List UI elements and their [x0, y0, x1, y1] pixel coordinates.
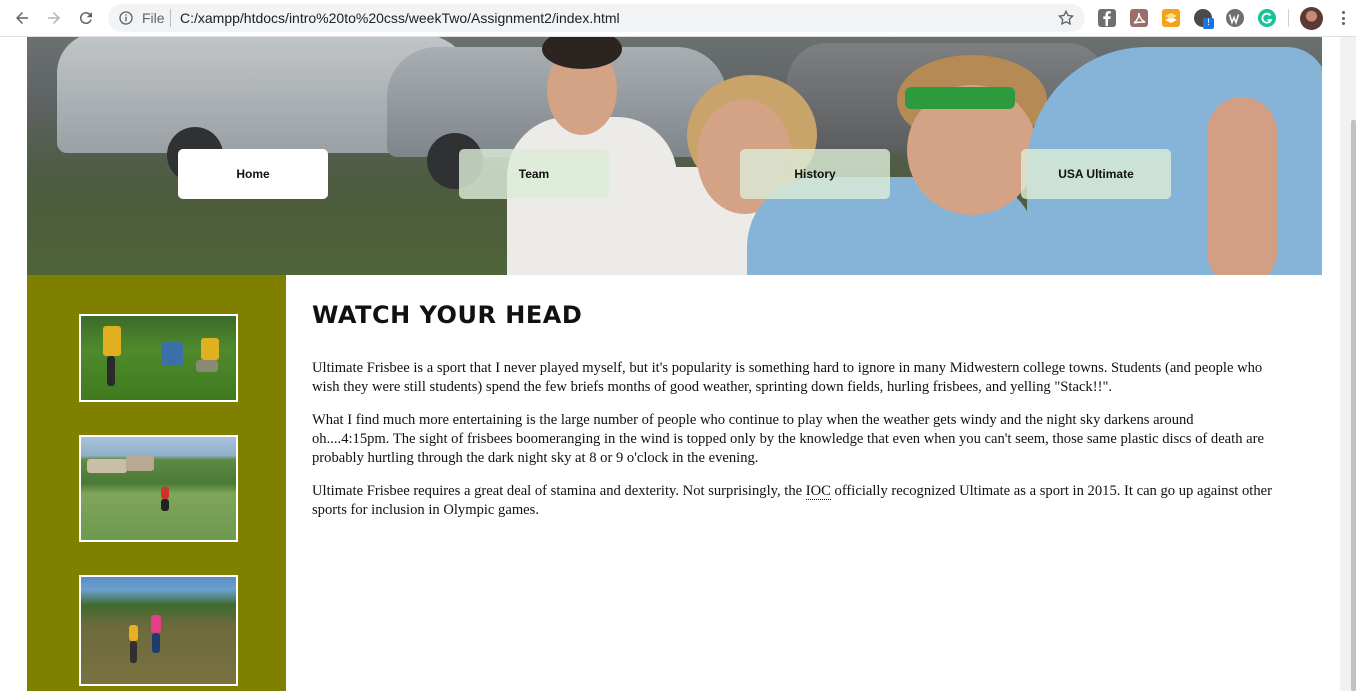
paragraph-1: Ultimate Frisbee is a sport that I never… — [312, 360, 1263, 395]
layers-icon[interactable] — [1162, 9, 1180, 27]
nav-home[interactable]: Home — [178, 149, 328, 199]
profile-avatar[interactable] — [1300, 7, 1323, 30]
player-shape — [107, 356, 115, 386]
sidebar-photo-2 — [79, 435, 238, 542]
nav-team[interactable]: Team — [459, 149, 609, 199]
omnibox-divider — [170, 9, 171, 27]
file-label: File — [142, 10, 165, 26]
extensions-divider — [1288, 9, 1289, 27]
paragraph-2: What I find much more entertaining is th… — [312, 412, 1264, 466]
player-arm — [1207, 97, 1277, 275]
sidebar-photo-1 — [79, 314, 238, 402]
player-shape — [129, 625, 138, 641]
back-button[interactable] — [10, 6, 34, 30]
player-shape — [152, 633, 160, 653]
player-shape — [161, 342, 183, 366]
kebab-menu-icon[interactable] — [1338, 8, 1348, 28]
reload-button[interactable] — [74, 6, 98, 30]
back-icon — [16, 12, 28, 24]
player-shape — [201, 338, 219, 360]
player-shape — [161, 487, 169, 499]
page-title: WATCH YOUR HEAD — [312, 301, 583, 329]
grammarly-icon[interactable] — [1258, 9, 1276, 27]
forward-button[interactable] — [42, 6, 66, 30]
star-icon[interactable] — [1057, 9, 1075, 27]
nav-usa-ultimate[interactable]: USA Ultimate — [1021, 149, 1171, 199]
nav-history[interactable]: History — [740, 149, 890, 199]
info-icon[interactable] — [118, 10, 134, 26]
player-shape — [130, 641, 137, 663]
reload-icon — [79, 12, 92, 25]
pdf-icon[interactable] — [1130, 9, 1148, 27]
camera-icon[interactable]: ! — [1194, 9, 1214, 29]
player-shape — [161, 499, 169, 511]
forward-icon — [48, 12, 60, 24]
main-content: WATCH YOUR HEAD Ultimate Frisbee is a sp… — [312, 295, 1272, 534]
ioc-abbreviation[interactable]: IOC — [805, 483, 831, 500]
address-bar[interactable]: File C:/xampp/htdocs/intro%20to%20css/we… — [108, 4, 1085, 32]
paragraph-3-start: Ultimate Frisbee requires a great deal o… — [312, 483, 806, 499]
scrollbar-thumb[interactable] — [1351, 120, 1356, 691]
house-shape — [87, 459, 127, 473]
sidebar-photo-3 — [79, 575, 238, 686]
player-shape — [151, 615, 161, 633]
browser-toolbar: File C:/xampp/htdocs/intro%20to%20css/we… — [0, 0, 1356, 37]
house-shape — [126, 455, 154, 471]
facebook-icon[interactable] — [1098, 9, 1116, 27]
camera-badge: ! — [1203, 18, 1214, 29]
wordpress-icon[interactable] — [1226, 9, 1244, 27]
url-text[interactable]: C:/xampp/htdocs/intro%20to%20css/weekTwo… — [180, 10, 620, 26]
paragraph-3: Ultimate Frisbee requires a great deal o… — [312, 482, 1272, 520]
player-headband — [905, 87, 1015, 109]
player-shape — [196, 360, 218, 372]
player-shape — [103, 326, 121, 356]
